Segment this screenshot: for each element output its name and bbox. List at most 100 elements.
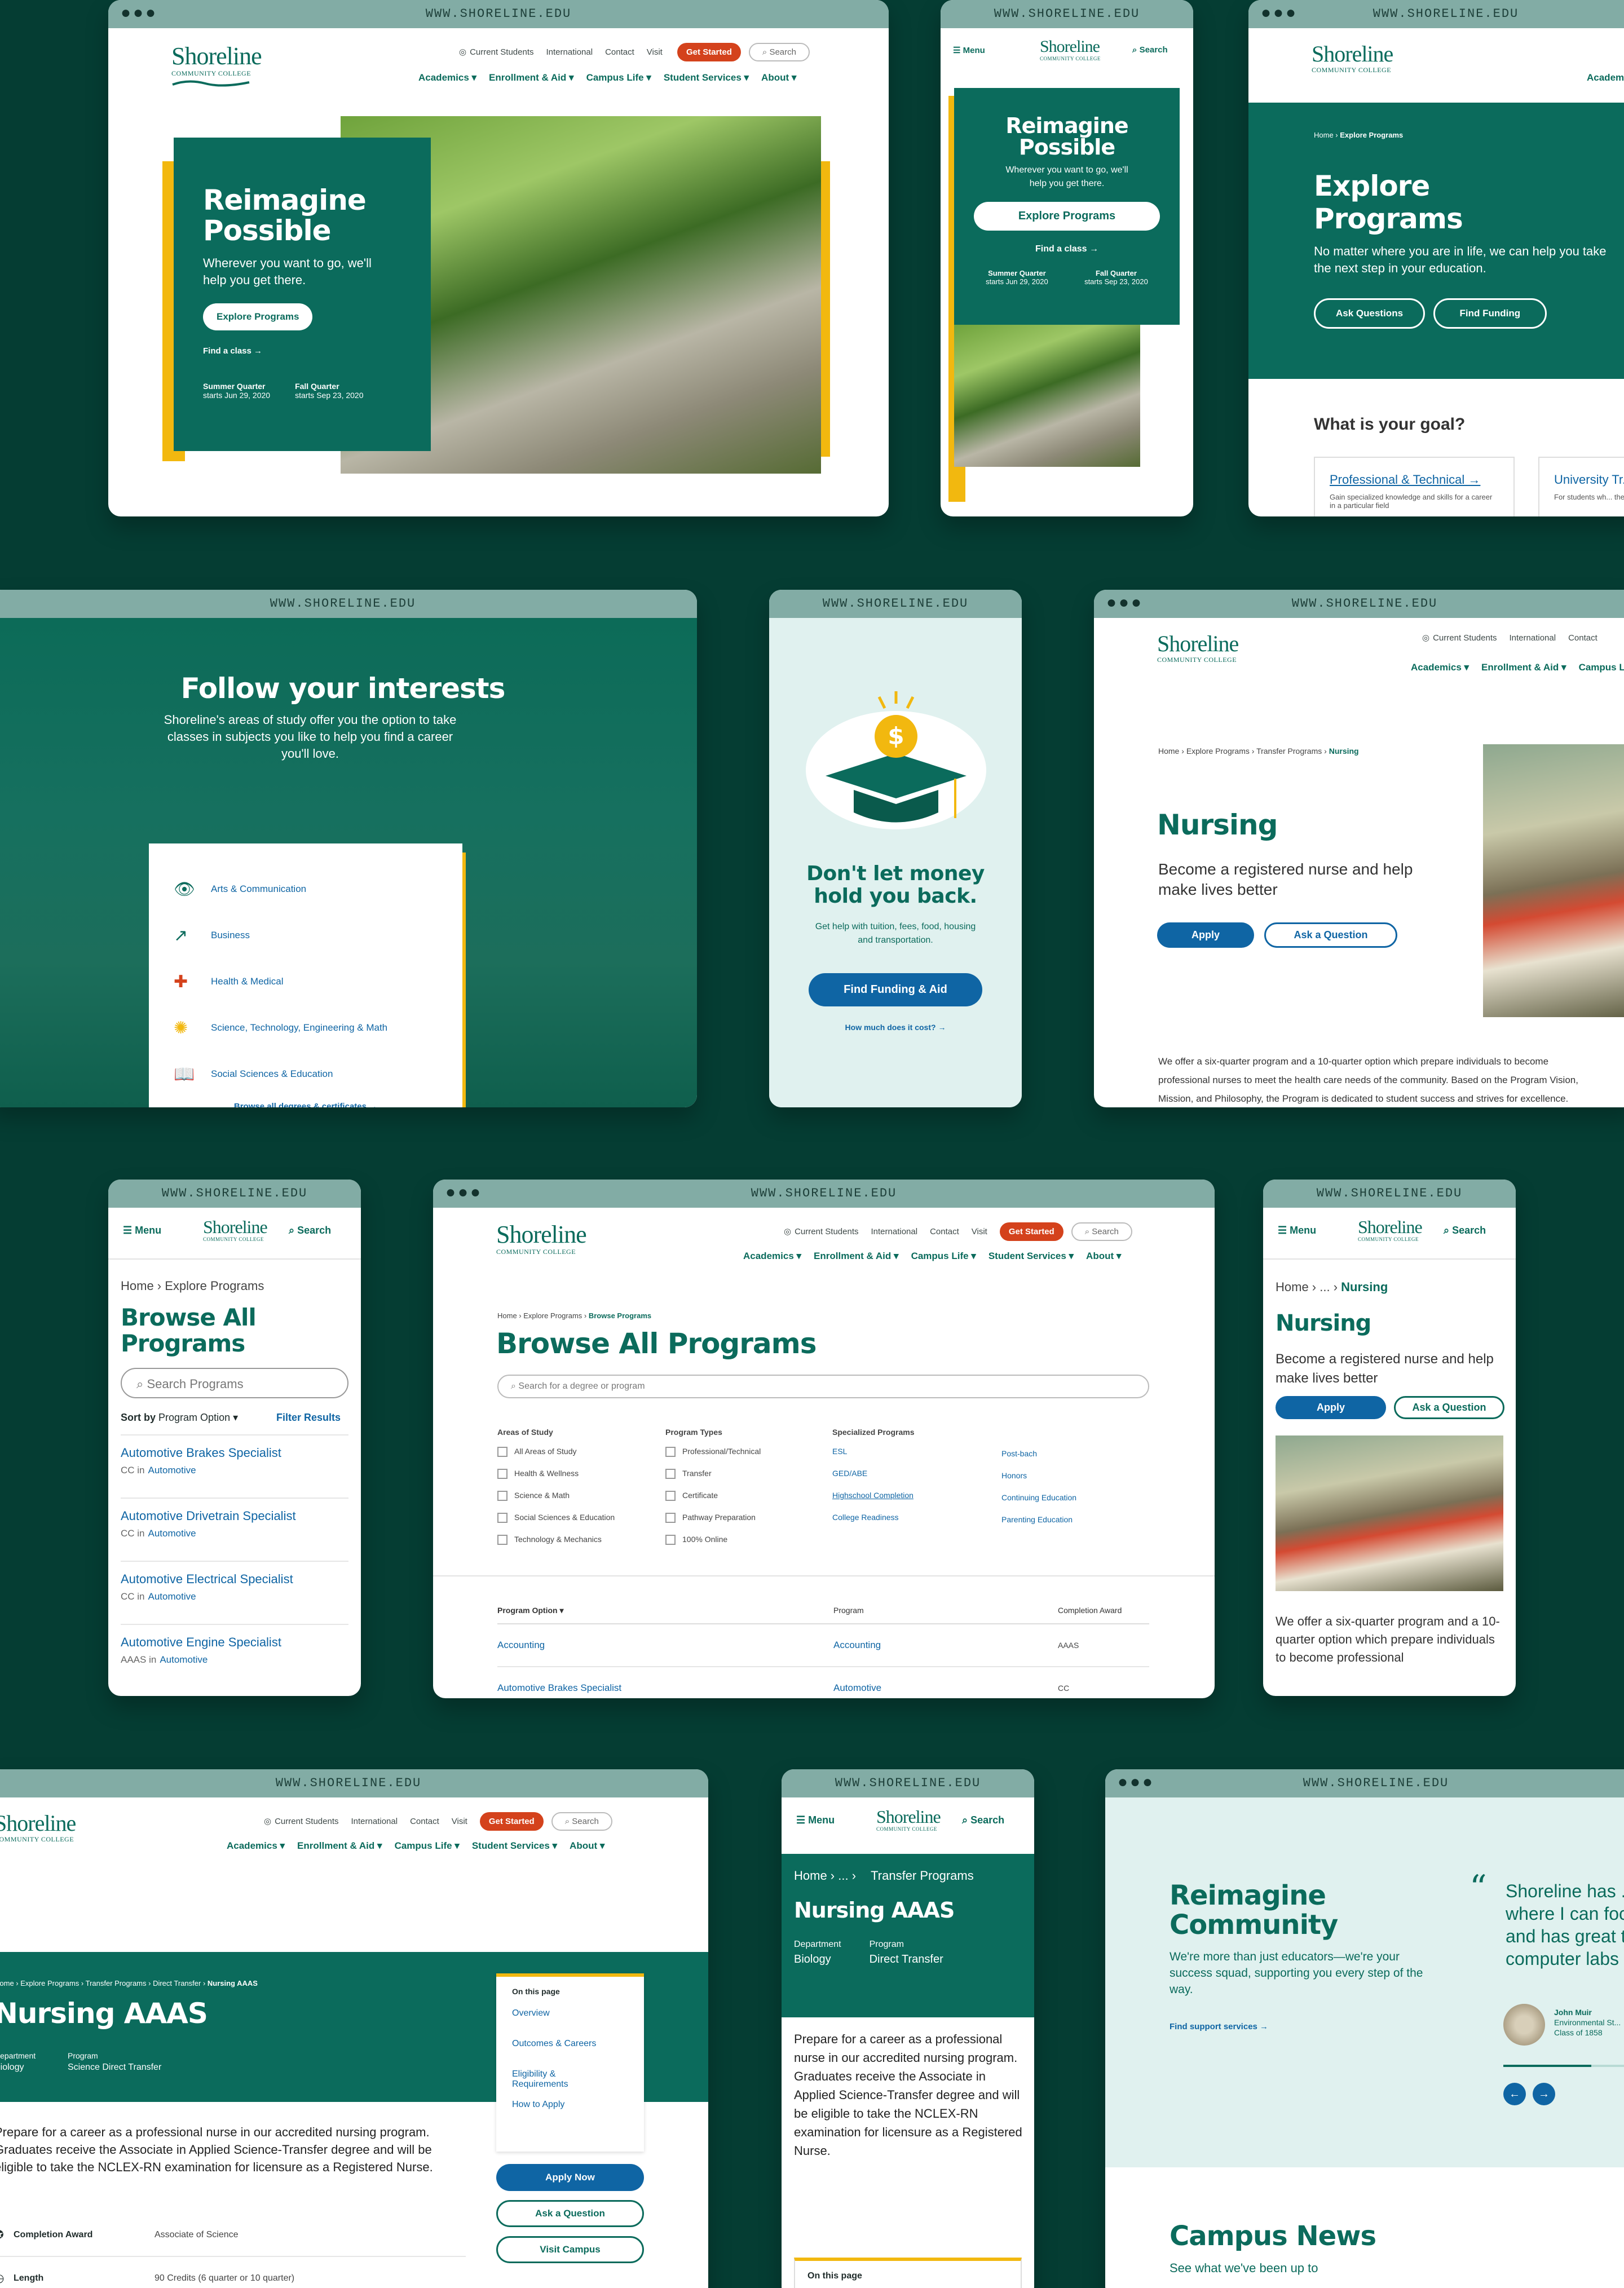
menu-button[interactable]: ☰ Menu <box>796 1814 835 1826</box>
crumb-ellipsis[interactable]: ... <box>838 1869 848 1883</box>
checkbox-box[interactable] <box>665 1447 676 1457</box>
logo[interactable]: Shoreline COMMUNITY COLLEGE <box>876 1808 941 1832</box>
get-started-button[interactable]: Get Started <box>479 1812 544 1831</box>
ask-question-button[interactable]: Ask a Question <box>496 2200 644 2227</box>
filter-checkbox[interactable]: Social Sciences & Education <box>497 1513 615 1535</box>
filter-checkbox[interactable]: Professional/Technical <box>665 1447 761 1469</box>
nav-current-students[interactable]: Current Students <box>795 1227 858 1236</box>
crumb-explore[interactable]: Explore Programs <box>165 1279 264 1293</box>
cell-program[interactable]: Accounting <box>833 1640 1058 1651</box>
nav-current-students[interactable]: Current Students <box>1433 633 1497 643</box>
url-bar[interactable]: WWW.SHORELINE.EDU <box>270 597 416 611</box>
nav-contact[interactable]: Contact <box>605 47 634 57</box>
special-program-link[interactable]: Parenting Education <box>1001 1515 1076 1537</box>
crumb-explore[interactable]: Explore Programs <box>1186 747 1250 756</box>
filter-checkbox[interactable]: Health & Wellness <box>497 1469 615 1491</box>
apply-button[interactable]: Apply <box>1157 922 1254 948</box>
menu-button[interactable]: ☰ Menu <box>953 45 985 55</box>
crumb-ellipsis[interactable]: ... <box>1320 1280 1330 1294</box>
nav-about[interactable]: About ▾ <box>570 1840 604 1851</box>
nav-current-students[interactable]: Current Students <box>470 47 533 57</box>
filter-checkbox[interactable]: Technology & Mechanics <box>497 1535 615 1557</box>
ask-question-button[interactable]: Ask a Question <box>1264 922 1397 948</box>
col-program-option[interactable]: Program Option ▾ <box>497 1606 833 1615</box>
crumb-home[interactable]: Home <box>121 1279 154 1293</box>
url-bar[interactable]: WWW.SHORELINE.EDU <box>162 1186 307 1200</box>
explore-programs-button[interactable]: Explore Programs <box>203 303 313 330</box>
logo[interactable]: Shoreline COMMUNITY COLLEGE <box>171 44 262 87</box>
goal-2-link[interactable]: University Tr... <box>1554 472 1624 487</box>
table-row[interactable]: Accounting Accounting AAAS <box>497 1624 1149 1667</box>
filter-checkbox[interactable]: Science & Math <box>497 1491 615 1513</box>
apply-button[interactable]: Apply <box>1276 1396 1386 1419</box>
nav-visit[interactable]: Visit <box>647 47 663 57</box>
goal-1-link[interactable]: Professional & Technical → <box>1330 472 1499 487</box>
nav-contact[interactable]: Contact <box>930 1227 959 1236</box>
checkbox-box[interactable] <box>665 1535 676 1545</box>
nav-international[interactable]: International <box>1510 633 1556 643</box>
program-name[interactable]: Automotive Brakes Specialist <box>121 1446 348 1460</box>
cell-option[interactable]: Automotive Brakes Specialist <box>497 1682 833 1694</box>
area-link[interactable]: Automotive <box>160 1654 208 1665</box>
search-button[interactable]: ⌕ Search <box>1444 1225 1486 1236</box>
list-item[interactable]: Automotive Electrical Specialist CC in Aut… <box>121 1561 348 1624</box>
ask-question-button[interactable]: Ask a Question <box>1394 1396 1504 1419</box>
filter-checkbox[interactable]: 100% Online <box>665 1535 761 1557</box>
logo[interactable]: Shoreline COMMUNITY COLLEGE <box>496 1222 587 1256</box>
ask-questions-button[interactable]: Ask Questions <box>1314 298 1426 329</box>
program-name[interactable]: Automotive Drivetrain Specialist <box>121 1509 348 1523</box>
nav-student-services[interactable]: Student Services ▾ <box>664 72 749 83</box>
nav-academics[interactable]: Academics ▾ <box>743 1251 801 1261</box>
get-started-button[interactable]: Get Started <box>999 1222 1063 1241</box>
logo[interactable]: Shoreline COMMUNITY COLLEGE <box>1040 38 1101 61</box>
table-row[interactable]: Automotive Brakes Specialist Automotive CC <box>497 1667 1149 1698</box>
checkbox-box[interactable] <box>665 1513 676 1523</box>
nav-about[interactable]: About ▾ <box>1086 1251 1121 1261</box>
search-input[interactable]: ⌕ Search Programs <box>121 1368 348 1398</box>
carousel-next-button[interactable]: → <box>1533 2083 1555 2105</box>
nav-student-services[interactable]: Student Services ▾ <box>472 1840 557 1851</box>
interest-item[interactable]: ↗ Business <box>174 912 438 959</box>
crumb-home[interactable]: Home <box>1314 131 1334 139</box>
url-bar[interactable]: WWW.SHORELINE.EDU <box>994 7 1140 21</box>
search-button[interactable]: ⌕ Search <box>1132 45 1168 55</box>
checkbox-box[interactable] <box>497 1447 508 1457</box>
crumb-explore[interactable]: Explore Programs <box>523 1311 582 1320</box>
nav-contact[interactable]: Contact <box>410 1817 439 1826</box>
list-item[interactable]: Automotive Brakes Specialist CC in Automot… <box>121 1434 348 1498</box>
logo[interactable]: Shoreline COMMUNITY COLLEGE <box>1312 43 1393 74</box>
crumb-home[interactable]: Home <box>0 1979 14 1987</box>
filter-checkbox[interactable]: All Areas of Study <box>497 1447 615 1469</box>
find-class-link[interactable]: Find a class → <box>203 346 401 356</box>
crumb-home[interactable]: Home <box>1158 747 1179 756</box>
interest-item[interactable]: ✺ Science, Technology, Engineering & Math <box>174 1005 438 1051</box>
apply-now-button[interactable]: Apply Now <box>496 2164 644 2191</box>
interest-item[interactable]: ✚ Health & Medical <box>174 959 438 1005</box>
carousel-prev-button[interactable]: ← <box>1503 2083 1526 2105</box>
checkbox-box[interactable] <box>665 1469 676 1479</box>
logo[interactable]: Shoreline COMMUNITY COLLEGE <box>1358 1218 1423 1242</box>
url-bar[interactable]: WWW.SHORELINE.EDU <box>751 1186 897 1200</box>
visit-campus-button[interactable]: Visit Campus <box>496 2236 644 2263</box>
find-funding-aid-button[interactable]: Find Funding & Aid <box>809 973 982 1006</box>
program-name[interactable]: Automotive Electrical Specialist <box>121 1572 348 1587</box>
otp-link[interactable]: Eligibility & Requirements <box>512 2069 614 2100</box>
otp-link[interactable]: Outcomes & Careers <box>512 2039 614 2069</box>
nav-academics[interactable]: Academics ▾ <box>418 72 476 83</box>
special-program-link[interactable]: GED/ABE <box>832 1469 915 1491</box>
logo[interactable]: Shoreline COMMUNITY COLLEGE <box>1157 633 1239 664</box>
filter-results-button[interactable]: Filter Results <box>276 1412 341 1424</box>
menu-button[interactable]: ☰ Menu <box>1278 1225 1316 1236</box>
area-link[interactable]: Automotive <box>148 1528 196 1539</box>
nav-contact[interactable]: Contact <box>1568 633 1597 643</box>
otp-link[interactable]: Overview <box>512 2008 614 2039</box>
crumb-home[interactable]: Home <box>497 1311 517 1320</box>
special-program-link[interactable]: Continuing Education <box>1001 1493 1076 1515</box>
support-services-link[interactable]: Find support services → <box>1170 2022 1268 2031</box>
nav-visit[interactable]: Visit <box>972 1227 987 1236</box>
cell-option[interactable]: Accounting <box>497 1640 833 1651</box>
nav-enrollment[interactable]: Enrollment & Aid ▾ <box>489 72 574 83</box>
checkbox-box[interactable] <box>665 1491 676 1501</box>
special-program-link[interactable]: Highschool Completion <box>832 1491 915 1513</box>
url-bar[interactable]: WWW.SHORELINE.EDU <box>1373 7 1519 21</box>
